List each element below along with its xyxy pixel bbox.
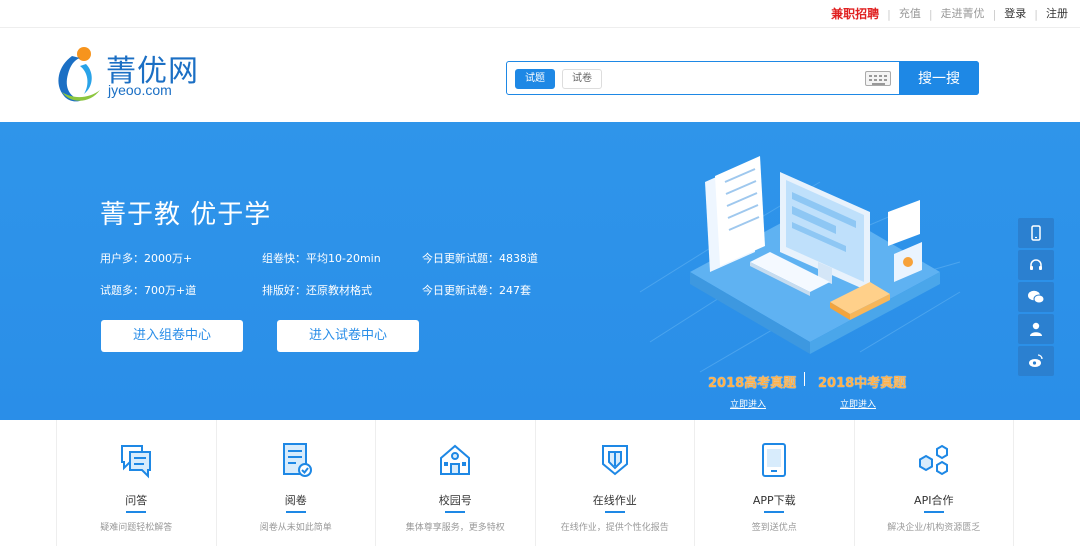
feature-app[interactable]: APP下载 签到送优点 <box>694 420 854 546</box>
feature-desc: 阅卷从未如此简单 <box>259 523 332 533</box>
wechat-icon <box>1028 290 1045 304</box>
zhongkao-2018-link[interactable]: 2018中考真题 <box>818 372 906 391</box>
tablet-icon <box>762 443 787 477</box>
computer-illustration <box>690 156 940 354</box>
enter-compose-center-button[interactable]: 进入组卷中心 <box>101 320 243 352</box>
header: 菁优网 jyeoo.com 试题 试卷 搜一搜 <box>0 28 1080 122</box>
feature-title: 校园号 <box>438 494 472 507</box>
feature-homework[interactable]: 在线作业 在线作业，提供个性化报告 <box>534 420 695 546</box>
headset-icon <box>1030 259 1042 270</box>
stat-today-questions: 今日更新试题：4838道 <box>422 252 538 265</box>
feature-title: 问答 <box>125 494 148 507</box>
stat-users: 用户多：2000万+ <box>100 252 193 265</box>
pencil-shield-icon <box>601 445 628 476</box>
site-logo[interactable]: 菁优网 jyeoo.com <box>50 44 200 106</box>
side-service-button[interactable] <box>1018 250 1054 280</box>
side-user-button[interactable] <box>1018 314 1054 344</box>
zhongkao-enter-link[interactable]: 立即进入 <box>840 397 876 410</box>
phone-icon <box>1031 225 1041 241</box>
feature-marking[interactable]: 阅卷 阅卷从未如此简单 <box>215 420 376 546</box>
feature-underline <box>923 511 944 513</box>
feature-title: 在线作业 <box>592 494 637 507</box>
feature-desc: 集体尊享服务，更多特权 <box>405 523 505 533</box>
weibo-icon <box>1029 354 1043 367</box>
register-link[interactable]: 注册 <box>1038 8 1076 20</box>
chat-icon <box>121 445 152 479</box>
part-time-recruit-link[interactable]: 兼职招聘 <box>823 8 887 20</box>
feature-underline <box>126 511 147 513</box>
search-input[interactable] <box>605 68 855 90</box>
search-box: 试题 试卷 搜一搜 <box>506 61 979 95</box>
school-icon <box>440 444 471 475</box>
search-button[interactable]: 搜一搜 <box>899 61 979 95</box>
feature-row: 问答 疑难问题轻松解答 阅卷 阅卷从未如此简单 校园号 集体尊享服务，更多特权 <box>56 420 1014 546</box>
feature-underline <box>764 511 785 513</box>
side-mobile-button[interactable] <box>1018 218 1054 248</box>
side-weibo-button[interactable] <box>1018 346 1054 376</box>
feature-underline <box>285 511 306 513</box>
feature-desc: 疑难问题轻松解答 <box>100 523 173 533</box>
hero-banner: 菁于教 优于学 用户多：2000万+ 组卷快：平均10-20min 今日更新试题… <box>0 122 1080 420</box>
stat-layout: 排版好：还原教材格式 <box>262 284 372 297</box>
user-icon <box>1030 322 1042 336</box>
top-links: 兼职招聘 | 充值 | 走进菁优 | 登录 | 注册 <box>823 0 1076 28</box>
enter-paper-center-button[interactable]: 进入试卷中心 <box>277 320 419 352</box>
feature-title: APP下载 <box>752 494 796 507</box>
gaokao-enter-link[interactable]: 立即进入 <box>730 397 766 410</box>
feature-desc: 解决企业/机构资源匮乏 <box>887 523 981 533</box>
gaokao-2018-link[interactable]: 2018高考真题 <box>708 372 796 391</box>
feature-desc: 在线作业，提供个性化报告 <box>560 523 669 533</box>
feature-underline <box>445 511 466 513</box>
slogan: 菁于教 优于学 <box>100 200 272 230</box>
stat-speed: 组卷快：平均10-20min <box>262 252 381 265</box>
stat-questions: 试题多：700万+道 <box>100 284 197 297</box>
stat-today-papers: 今日更新试卷：247套 <box>422 284 531 297</box>
document-check-icon <box>282 443 312 477</box>
hexagons-icon <box>918 444 948 476</box>
feature-title: API合作 <box>914 494 954 507</box>
feature-title: 阅卷 <box>284 494 307 507</box>
logo-mark-icon <box>58 47 100 102</box>
feature-desc: 签到送优点 <box>751 523 797 533</box>
side-toolbar <box>1018 218 1054 378</box>
divider <box>804 372 805 386</box>
logo-en-text: jyeoo.com <box>108 82 172 98</box>
feature-qa[interactable]: 问答 疑难问题轻松解答 <box>56 420 216 546</box>
about-link[interactable]: 走进菁优 <box>933 8 993 20</box>
login-link[interactable]: 登录 <box>996 8 1034 20</box>
search-tab-papers[interactable]: 试卷 <box>562 69 602 89</box>
feature-campus[interactable]: 校园号 集体尊享服务，更多特权 <box>375 420 535 546</box>
search-tab-questions[interactable]: 试题 <box>515 69 555 89</box>
recharge-link[interactable]: 充值 <box>891 8 929 20</box>
side-wechat-button[interactable] <box>1018 282 1054 312</box>
feature-underline <box>604 511 625 513</box>
top-bar: 兼职招聘 | 充值 | 走进菁优 | 登录 | 注册 <box>0 0 1080 28</box>
feature-api[interactable]: API合作 解决企业/机构资源匮乏 <box>853 420 1014 546</box>
keyboard-icon[interactable] <box>865 71 891 86</box>
